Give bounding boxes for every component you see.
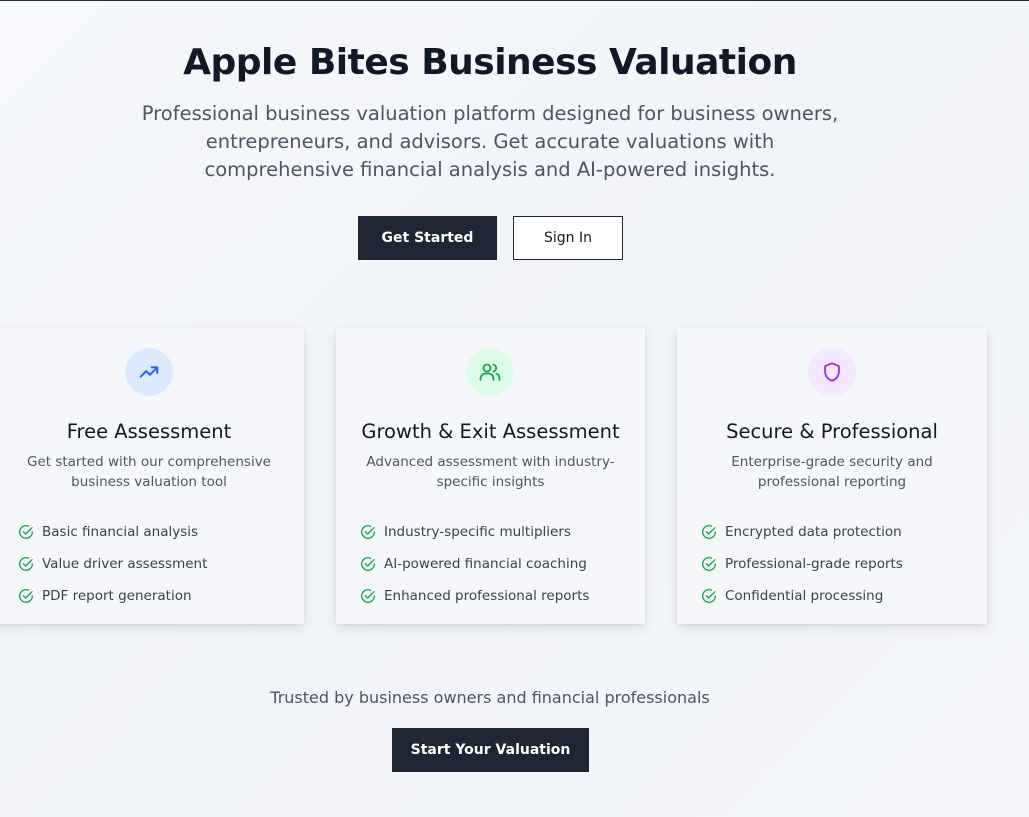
card-description: Get started with our comprehensive busin… <box>26 454 271 490</box>
card-title: Secure & Professional <box>726 420 938 443</box>
check-circle-icon <box>19 525 33 539</box>
feature-label: Basic financial analysis <box>42 524 199 540</box>
feature-label: PDF report generation <box>42 588 192 604</box>
feature-item: Industry-specific multipliers <box>360 516 635 548</box>
get-started-button[interactable]: Get Started <box>358 216 497 260</box>
feature-label: Confidential processing <box>725 588 884 604</box>
check-circle-icon <box>361 557 375 571</box>
top-border <box>0 0 1029 1</box>
feature-item: Value driver assessment <box>18 548 294 580</box>
check-circle-icon <box>702 589 716 603</box>
feature-item: Professional-grade reports <box>701 548 977 580</box>
feature-list: Encrypted data protection Professional-g… <box>701 516 977 612</box>
check-circle-icon <box>702 557 716 571</box>
feature-item: Basic financial analysis <box>18 516 294 548</box>
feature-label: Enhanced professional reports <box>384 588 590 604</box>
feature-item: PDF report generation <box>18 580 294 612</box>
feature-item: Enhanced professional reports <box>360 580 635 612</box>
feature-card-free-assessment: Free Assessment Get started with our com… <box>0 328 304 624</box>
page-title: Apple Bites Business Valuation <box>183 42 797 83</box>
feature-label: Industry-specific multipliers <box>384 524 571 540</box>
check-circle-icon <box>361 525 375 539</box>
card-description: Advanced assessment with industry-specif… <box>366 454 615 490</box>
feature-label: Value driver assessment <box>42 556 208 572</box>
feature-item: AI-powered financial coaching <box>360 548 635 580</box>
trusted-text: Trusted by business owners and financial… <box>270 688 710 707</box>
users-icon <box>466 348 514 396</box>
feature-label: Encrypted data protection <box>725 524 902 540</box>
feature-list: Industry-specific multipliers AI-powered… <box>360 516 635 612</box>
feature-label: Professional-grade reports <box>725 556 903 572</box>
trending-up-icon <box>125 348 173 396</box>
check-circle-icon <box>702 525 716 539</box>
feature-card-secure-professional: Secure & Professional Enterprise-grade s… <box>677 328 987 624</box>
check-circle-icon <box>19 557 33 571</box>
card-title: Free Assessment <box>66 420 232 443</box>
card-description: Enterprise-grade security and profession… <box>731 454 933 490</box>
check-circle-icon <box>19 589 33 603</box>
check-circle-icon <box>361 589 375 603</box>
start-valuation-button[interactable]: Start Your Valuation <box>392 728 589 772</box>
feature-item: Encrypted data protection <box>701 516 977 548</box>
shield-icon <box>808 348 856 396</box>
sign-in-button[interactable]: Sign In <box>513 216 623 260</box>
feature-card-growth-exit: Growth & Exit Assessment Advanced assess… <box>336 328 645 624</box>
feature-list: Basic financial analysis Value driver as… <box>18 516 294 612</box>
hero-subtitle: Professional business valuation platform… <box>141 102 839 181</box>
feature-label: AI-powered financial coaching <box>384 556 587 572</box>
feature-item: Confidential processing <box>701 580 977 612</box>
card-title: Growth & Exit Assessment <box>361 420 620 443</box>
